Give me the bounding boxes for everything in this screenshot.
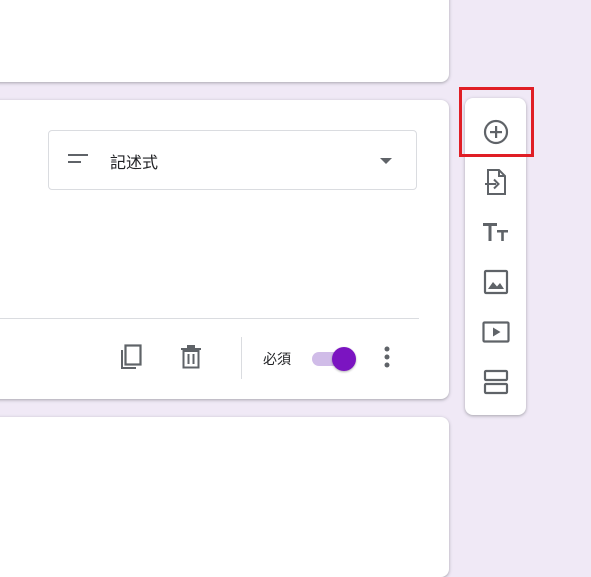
add-question-button[interactable] [475, 111, 517, 153]
image-icon [483, 269, 509, 295]
question-type-dropdown[interactable]: 記述式 [48, 130, 417, 190]
add-video-button[interactable] [475, 311, 517, 353]
section-icon [483, 369, 509, 395]
floating-toolbar [465, 98, 526, 415]
add-section-button[interactable] [475, 361, 517, 403]
import-questions-button[interactable] [475, 161, 517, 203]
video-icon [482, 321, 510, 343]
chevron-down-icon [380, 158, 392, 164]
question-card-active[interactable]: 記述式 必須 [0, 100, 449, 399]
delete-button[interactable] [171, 337, 211, 377]
required-label: 必須 [263, 352, 291, 368]
footer-divider [0, 318, 419, 319]
short-answer-icon [68, 152, 90, 171]
question-type-label: 記述式 [110, 153, 159, 172]
more-options-button[interactable] [369, 337, 405, 377]
import-questions-icon [485, 169, 506, 195]
content-copy-icon [121, 344, 142, 369]
title-text-icon [483, 223, 508, 241]
question-card-previous[interactable] [0, 0, 449, 82]
more-vert-icon [384, 346, 390, 368]
duplicate-button[interactable] [110, 337, 150, 377]
required-toggle[interactable] [312, 347, 360, 371]
footer-vertical-divider [241, 337, 242, 379]
question-card-next[interactable] [0, 417, 449, 577]
toggle-knob [332, 347, 356, 371]
add-image-button[interactable] [475, 261, 517, 303]
add-title-button[interactable] [475, 211, 517, 253]
add-circle-icon [483, 119, 509, 145]
trash-icon [181, 345, 201, 369]
